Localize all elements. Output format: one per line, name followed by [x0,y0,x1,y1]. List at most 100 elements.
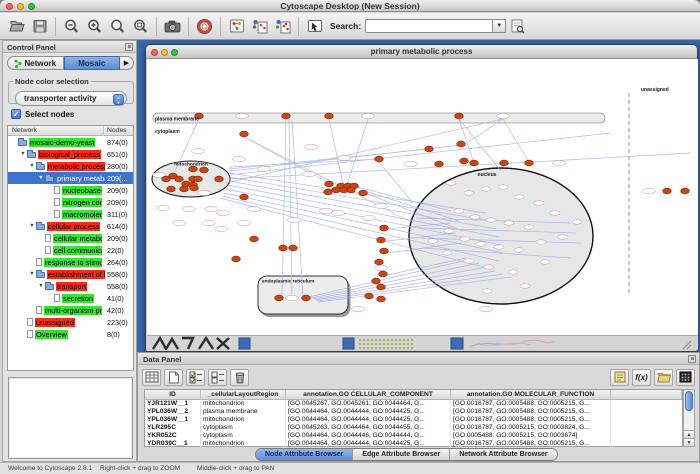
expand-arrow-icon[interactable]: ▼ [28,163,36,169]
tab-network[interactable]: Network [7,56,64,70]
format-button[interactable] [610,369,629,386]
tree-row-metabolic-process[interactable]: ▼metabolic process280(0) [8,160,133,172]
table-row[interactable]: YPL036W__2plasma membrane[GO:0044464, GO… [145,408,682,416]
tree-row-cellular-process[interactable]: ▼cellular process614(0) [8,220,133,232]
tree-row-nitrogen-compo[interactable]: nitrogen compo209(0) [8,196,133,208]
dropdown-stepper-icon: ▲▼ [113,94,124,105]
tree-row-establishment-of-lo[interactable]: ▼establishment of lo558(0) [8,268,133,280]
scroll-up-button[interactable]: ▲ [684,430,694,438]
tree-row-transport[interactable]: ▼transport558(0) [8,280,133,292]
window-titlebar[interactable]: Cytoscape Desktop (New Session) [0,0,700,12]
tree-row-label: transport [56,282,87,291]
network-view-window[interactable]: primary metabolic process plasma membran… [145,44,698,352]
scrollbar-thumb[interactable] [685,391,693,411]
zoom-fit-button[interactable] [129,15,152,38]
delete-attribute-button[interactable] [230,369,249,386]
tree-row-label: primary metabo [56,174,105,183]
view-zoom-button[interactable] [171,49,178,56]
tree-row-cellular-metabo[interactable]: cellular metabo209(0) [8,232,133,244]
table-cell: YPL036W__1 [145,416,201,424]
table-row[interactable]: YLR295Ccytoplasm[GO:0045263, GO:0044464,… [145,424,682,432]
tab-overflow-button[interactable]: ▶ [120,56,134,70]
expand-arrow-icon[interactable]: ▼ [37,175,45,181]
column-header[interactable]: _cellularLayoutRegion [201,390,286,399]
network-manager-button[interactable] [225,15,248,38]
tab-mosaic[interactable]: Mosaic [64,56,121,70]
attribute-table[interactable]: ID_cellularLayoutRegionannotation.GO CEL… [144,389,683,447]
matrix-button[interactable] [676,369,695,386]
expand-arrow-icon[interactable]: ▼ [37,283,45,289]
search-input[interactable] [365,19,493,33]
tree-row-response-to-stimul[interactable]: response to stimul264(0) [8,256,133,268]
expand-arrow-icon[interactable]: ▼ [19,151,27,157]
node-color-dropdown[interactable]: transporter activity ▲▼ [15,91,127,106]
select-attributes-button[interactable] [186,369,205,386]
save-button[interactable] [28,15,51,38]
svg-text:nucleus: nucleus [478,172,497,178]
tree-row-nucleobase-[interactable]: nucleobase-209(0) [8,184,133,196]
paste-style-button[interactable] [271,15,294,38]
zoom-selected-button[interactable] [106,15,129,38]
tab-edge-attribute-browser[interactable]: Edge Attribute Browser [353,449,450,460]
toolbar-separator [220,17,221,36]
table-row[interactable]: YJR121W__1mitochondrion[GO:0045267, GO:0… [145,400,682,408]
minimize-button[interactable] [17,3,24,10]
scroll-down-button[interactable]: ▼ [684,438,694,446]
view-minimize-button[interactable] [161,49,168,56]
advanced-search-button[interactable] [506,15,529,38]
new-document-icon [168,371,180,384]
zoom-in-button[interactable] [83,15,106,38]
folder-icon [27,152,36,158]
tree-row-unassigned[interactable]: unassigned223(0) [8,316,133,328]
network-graph[interactable]: plasma membranecytoplasmmitochondrionnuc… [147,59,698,335]
tree-row-mosaic-demo-yeast[interactable]: mosaic-demo-yeast874(0) [8,136,133,148]
float-panel-icon[interactable] [688,355,696,363]
table-row[interactable]: YDR039C__1mitochondrion[GO:0044464, GO:0… [145,440,682,448]
tab-network-attribute-browser[interactable]: Network Attribute Browser [450,449,556,460]
zoom-window-button[interactable] [28,3,35,10]
toolbar-separator [55,17,56,36]
close-button[interactable] [6,3,13,10]
tree-row-macromolecule[interactable]: macromolecule311(0) [8,208,133,220]
import-attributes-button[interactable] [654,369,673,386]
tree-row-multi-organism-pro[interactable]: multi-organism pro42(0) [8,304,133,316]
float-panel-icon[interactable] [125,43,133,51]
help-button[interactable] [193,15,216,38]
column-header[interactable]: annotation.GO MOLECULAR_FUNCTION [451,390,611,399]
table-row[interactable]: YKR052Ccytoplasm[GO:0044464, GO:0044446,… [145,432,682,440]
control-panel: Control Panel Network Mosaic ▶ Node colo… [2,40,137,462]
birds-eye-view[interactable] [8,377,133,459]
tree-row-primary-metabo[interactable]: ▼ primary metabo209(... [8,172,133,184]
tree-row-secretion[interactable]: secretion41(0) [8,292,133,304]
table-scrollbar[interactable]: ▲ ▼ [683,389,695,447]
view-close-button[interactable] [151,49,158,56]
expand-arrow-icon[interactable]: ▼ [28,271,36,277]
column-header[interactable]: ID [145,390,201,399]
node-count: 209(... [107,174,127,183]
search-dropdown-button[interactable]: ▼ [493,19,506,33]
network-canvas[interactable]: plasma membranecytoplasmmitochondrionnuc… [147,59,698,335]
expand-arrow-icon[interactable]: ▼ [28,223,36,229]
tree-row-overview[interactable]: Overview8(0) [8,328,133,340]
advanced-search-icon [509,18,526,34]
table-cell: YDR039C__1 [145,440,201,448]
table-row[interactable]: YPL036W__1mitochondrion[GO:0044464, GO:0… [145,416,682,424]
attribute-table-header[interactable]: ID_cellularLayoutRegionannotation.GO CEL… [145,390,682,400]
copy-style-button[interactable] [248,15,271,38]
tree-header[interactable]: Network Nodes [8,126,133,136]
network-view-titlebar[interactable]: primary metabolic process [146,45,697,59]
open-button[interactable] [5,15,28,38]
zoom-out-button[interactable] [60,15,83,38]
svg-text:plasma membrane: plasma membrane [155,117,199,123]
unselect-attributes-button[interactable] [208,369,227,386]
select-mode-button[interactable] [303,15,326,38]
tab-node-attribute-browser[interactable]: Node Attribute Browser [256,449,353,460]
snapshot-button[interactable] [161,15,184,38]
attribute-select-button[interactable] [142,369,161,386]
function-builder-button[interactable]: f(x) [632,369,651,386]
tree-row-cell-communicat[interactable]: cell communicat22(0) [8,244,133,256]
new-attribute-button[interactable] [164,369,183,386]
select-nodes-checkbox[interactable]: ✓ [11,109,21,119]
column-header[interactable]: annotation.GO CELLULAR_COMPONENT [286,390,451,399]
tree-row-biological-process[interactable]: ▼biological_process651(0) [8,148,133,160]
